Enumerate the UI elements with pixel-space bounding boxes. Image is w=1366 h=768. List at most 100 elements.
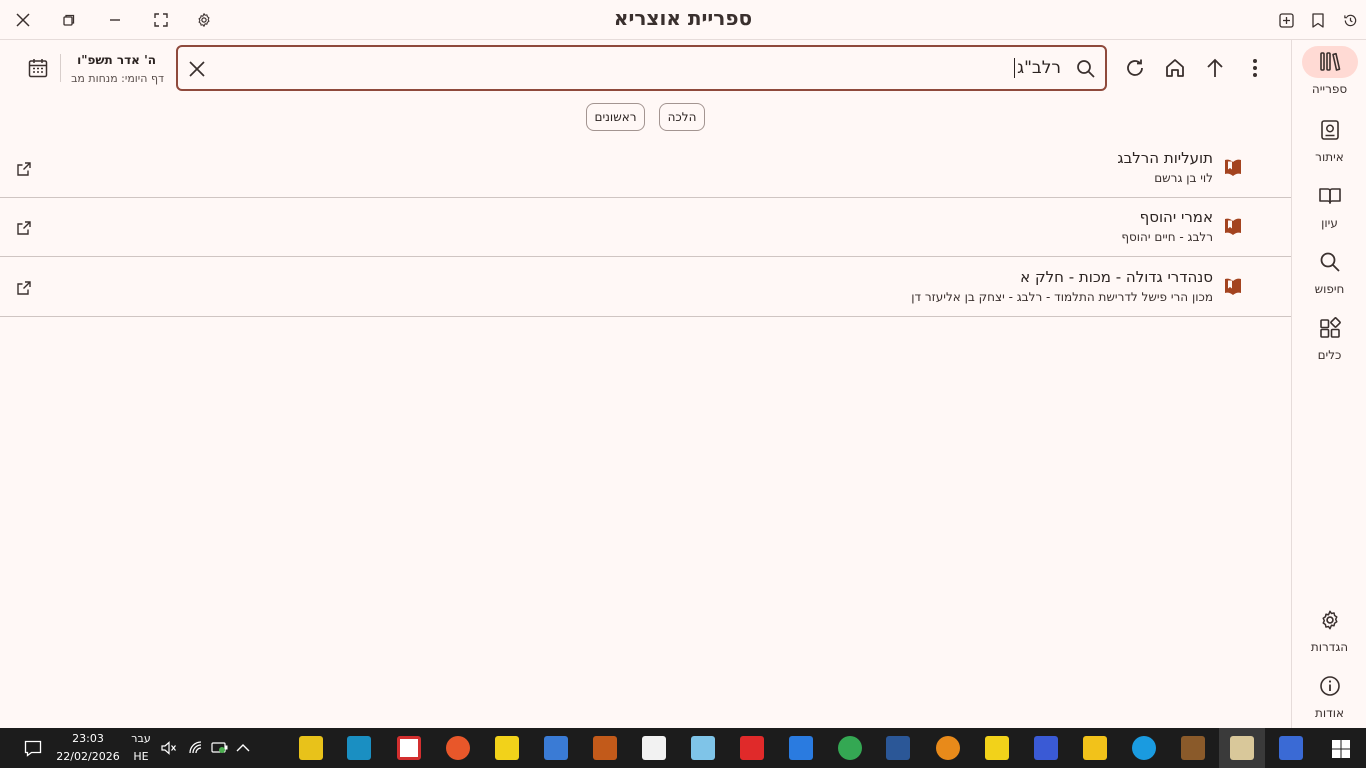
- taskbar-app-chrome-icon[interactable]: [838, 736, 862, 760]
- divider: [60, 54, 61, 82]
- up-folder-button[interactable]: [1203, 56, 1227, 80]
- taskbar-app-otzaria-icon[interactable]: [1230, 736, 1254, 760]
- result-subtitle: רלבג - חיים יהוסף: [1121, 230, 1213, 244]
- input-language-top[interactable]: עבר: [124, 732, 158, 745]
- rail-item-label: חיפוש: [1314, 282, 1345, 296]
- result-row[interactable]: סנהדרי גדולה - מכות - חלק א מכון הרי פיש…: [0, 258, 1291, 317]
- filter-chip-halacha[interactable]: הלכה: [659, 103, 705, 131]
- rail-item-search[interactable]: חיפוש: [1292, 246, 1366, 296]
- taskbar-app-font-icon[interactable]: [1034, 736, 1058, 760]
- more-vertical-icon: [1253, 59, 1257, 77]
- library-icon: [1319, 52, 1340, 71]
- tools-icon: [1319, 317, 1341, 338]
- book-icon: [1225, 159, 1241, 176]
- title-bar: ספריית אוצריא: [0, 0, 1366, 40]
- taskbar-app-recorder-icon[interactable]: [740, 736, 764, 760]
- taskbar-app-teal-icon[interactable]: [347, 736, 371, 760]
- taskbar-app-security-icon[interactable]: [642, 736, 666, 760]
- result-title: אמרי יהוסף: [1139, 208, 1213, 226]
- search-field-icon: [1073, 56, 1099, 82]
- daily-calendar[interactable]: ה' אדר תשפ"ו דף היומי: מנחות מב: [20, 50, 170, 90]
- taskbar-app-edge-icon[interactable]: [1132, 736, 1156, 760]
- rail-item-label: כלים: [1317, 348, 1342, 362]
- result-subtitle: מכון הרי פישל לדרישת התלמוד - רלבג - יצח…: [911, 290, 1213, 304]
- rail-item-tools[interactable]: כלים: [1292, 312, 1366, 362]
- open-external-icon[interactable]: [16, 161, 32, 177]
- rail-item-find[interactable]: איתור: [1292, 114, 1366, 164]
- rail-item-label: הגדרות: [1310, 640, 1349, 654]
- result-title: סנהדרי גדולה - מכות - חלק א: [1020, 268, 1213, 286]
- clear-search-button[interactable]: [184, 56, 210, 82]
- rail-active-pill: [1301, 46, 1358, 78]
- clock-time[interactable]: 23:03: [58, 732, 118, 745]
- result-title: תועליות הרלבג: [1117, 149, 1213, 167]
- taskbar-app-reader-icon[interactable]: [1279, 736, 1303, 760]
- calendar-button[interactable]: [26, 56, 50, 80]
- result-subtitle: לוי בן גרשם: [1154, 171, 1213, 185]
- navigation-rail: ספרייה איתור עיון חיפוש כלים הגדרות אודו…: [1291, 40, 1366, 728]
- settings-icon: [1321, 610, 1338, 630]
- rail-item-library[interactable]: ספרייה: [1292, 46, 1366, 96]
- input-language-code[interactable]: HE: [124, 750, 158, 763]
- taskbar-app-books-icon[interactable]: [593, 736, 617, 760]
- arrow-up-icon: [1207, 58, 1223, 77]
- taskbar-app-yellow-icon[interactable]: [299, 736, 323, 760]
- bookmarks-button[interactable]: [1306, 8, 1330, 32]
- rail-item-label: איתור: [1315, 150, 1344, 164]
- calendar-icon: [28, 59, 48, 78]
- rail-item-label: אודות: [1315, 706, 1344, 720]
- home-button[interactable]: [1163, 56, 1187, 80]
- refresh-button[interactable]: [1123, 56, 1147, 80]
- taskbar-app-audio-icon[interactable]: [544, 736, 568, 760]
- rail-item-label: עיון: [1321, 216, 1338, 230]
- clock-date[interactable]: 22/02/2026: [55, 750, 121, 763]
- filter-chip-rishonim[interactable]: ראשונים: [586, 103, 645, 131]
- open-book-icon: [1318, 188, 1341, 204]
- new-tab-button[interactable]: [1274, 8, 1298, 32]
- daf-yomi: דף היומי: מנחות מב: [71, 72, 164, 85]
- find-book-icon: [1320, 120, 1339, 140]
- history-icon: [1343, 14, 1356, 26]
- taskbar-app-word-icon[interactable]: [886, 736, 910, 760]
- notifications-icon[interactable]: [24, 740, 42, 757]
- more-options-button[interactable]: [1243, 56, 1267, 80]
- taskbar-app-search-tool-icon[interactable]: [936, 736, 960, 760]
- taskbar-app-firefox-icon[interactable]: [446, 736, 470, 760]
- home-icon: [1166, 59, 1184, 77]
- library-search-field[interactable]: רלב"ג: [176, 45, 1107, 91]
- book-icon: [1225, 278, 1241, 295]
- taskbar-app-file-explorer-icon[interactable]: [1083, 736, 1107, 760]
- window-title: ספריית אוצריא: [613, 6, 753, 30]
- windows-start-icon[interactable]: [1331, 739, 1351, 759]
- rail-item-about[interactable]: אודות: [1292, 670, 1366, 720]
- search-icon: [1320, 252, 1340, 272]
- rail-item-study[interactable]: עיון: [1292, 180, 1366, 230]
- add-tab-icon: [1278, 12, 1294, 28]
- wifi-icon[interactable]: [188, 740, 204, 755]
- taskbar-app-notes-icon[interactable]: [691, 736, 715, 760]
- taskbar-app-pdf-tool-icon[interactable]: [985, 736, 1009, 760]
- search-input[interactable]: רלב"ג: [1014, 58, 1061, 78]
- rail-item-label: ספרייה: [1311, 82, 1348, 96]
- taskbar-app-people-icon[interactable]: [495, 736, 519, 760]
- info-icon: [1319, 676, 1340, 696]
- bookmark-icon: [1312, 12, 1324, 28]
- volume-muted-icon[interactable]: [161, 741, 177, 755]
- battery-icon[interactable]: [211, 741, 229, 754]
- result-row[interactable]: תועליות הרלבג לוי בן גרשם: [0, 139, 1291, 198]
- taskbar-app-library-icon[interactable]: [1181, 736, 1205, 760]
- refresh-icon: [1127, 59, 1143, 76]
- taskbar-app-paint-icon[interactable]: [789, 736, 813, 760]
- close-icon: [189, 61, 205, 77]
- open-external-icon[interactable]: [16, 280, 32, 296]
- rail-item-settings[interactable]: הגדרות: [1292, 604, 1366, 654]
- open-external-icon[interactable]: [16, 220, 32, 236]
- taskbar-app-pdf-reader-icon[interactable]: [397, 736, 421, 760]
- show-hidden-icons-chevron-up-icon[interactable]: [236, 743, 250, 752]
- book-icon: [1225, 218, 1241, 235]
- result-row[interactable]: אמרי יהוסף רלבג - חיים יהוסף: [0, 198, 1291, 257]
- search-icon: [1077, 60, 1095, 78]
- windows-taskbar: 23:03 22/02/2026 עבר HE: [0, 728, 1366, 768]
- hebrew-date: ה' אדר תשפ"ו: [77, 53, 156, 67]
- history-button[interactable]: [1338, 8, 1362, 32]
